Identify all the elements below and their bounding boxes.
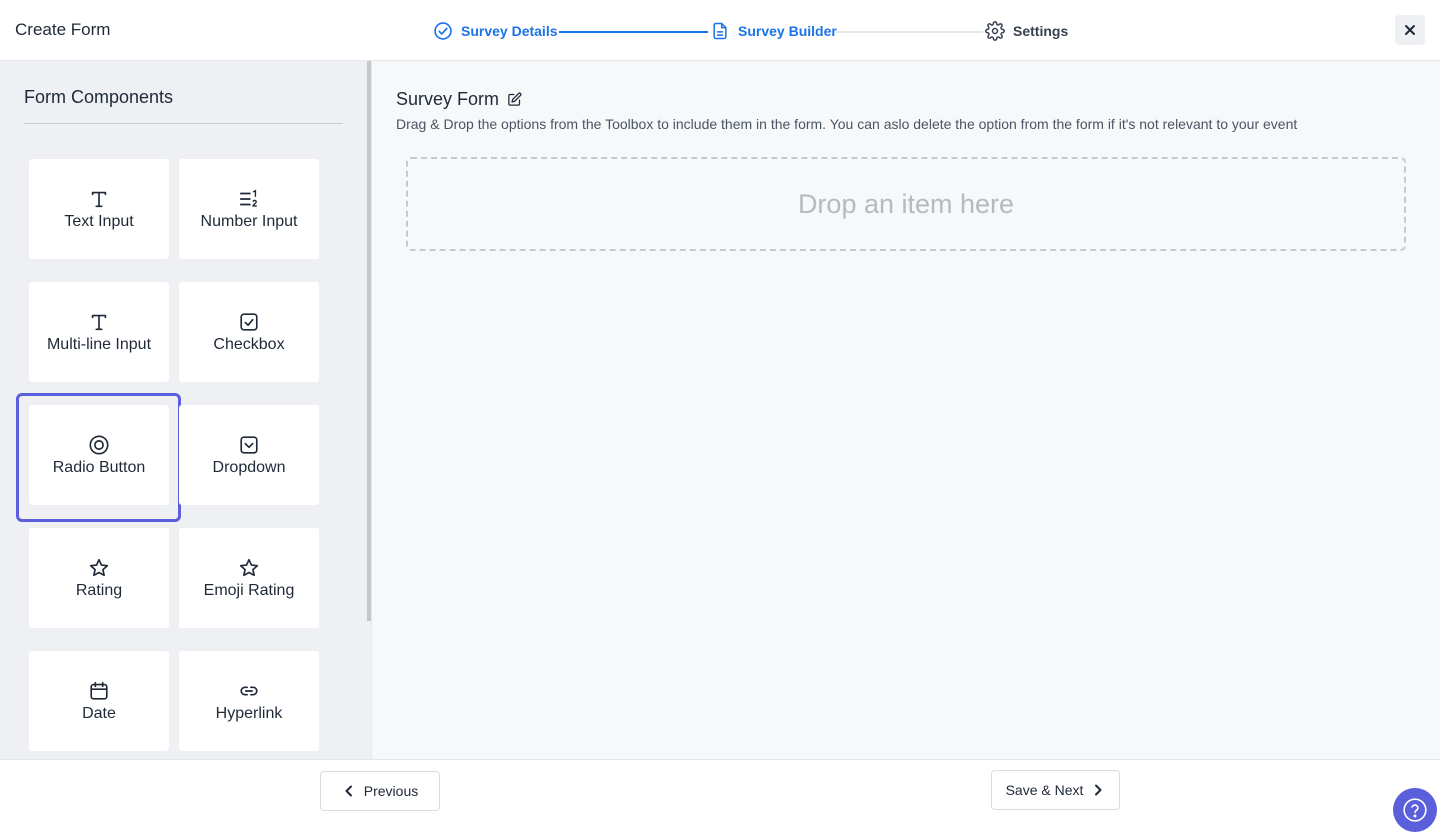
previous-label: Previous xyxy=(363,783,419,799)
document-icon xyxy=(713,22,727,40)
chevron-left-icon xyxy=(345,785,352,797)
chevron-right-icon xyxy=(1095,784,1102,796)
component-number-input[interactable]: Number Input xyxy=(179,159,319,259)
edit-icon[interactable] xyxy=(507,92,522,107)
step-label: Settings xyxy=(1013,23,1069,39)
star-icon xyxy=(239,558,259,576)
step-label: Survey Details xyxy=(461,23,558,39)
footer: Previous Save & Next xyxy=(0,759,1440,837)
step-survey-details[interactable]: Survey Details xyxy=(433,19,558,43)
step-survey-builder[interactable]: Survey Builder xyxy=(710,19,837,43)
stepper: Survey Details Survey Builder Settings xyxy=(433,19,1083,43)
text-t-icon xyxy=(91,314,107,330)
text-t-icon xyxy=(91,191,107,207)
component-label: Checkbox xyxy=(213,335,285,353)
component-dropdown[interactable]: Dropdown xyxy=(179,405,319,505)
link-icon xyxy=(240,686,258,695)
calendar-icon xyxy=(90,681,108,700)
form-title: Survey Form xyxy=(396,89,500,109)
component-rating[interactable]: Rating xyxy=(29,528,169,628)
component-label: Text Input xyxy=(64,212,134,230)
drop-zone-text: Drop an item here xyxy=(797,188,1015,219)
close-icon xyxy=(1405,25,1415,35)
component-date[interactable]: Date xyxy=(29,651,169,751)
dropdown-icon xyxy=(240,435,258,454)
form-canvas: Survey Form Drag & Drop the options from… xyxy=(372,61,1440,759)
component-radio-button[interactable]: Radio Button xyxy=(29,405,169,505)
save-next-button[interactable]: Save & Next xyxy=(991,770,1120,810)
component-label: Hyperlink xyxy=(215,704,283,722)
component-label: Dropdown xyxy=(212,458,286,476)
sidebar-title: Form Components xyxy=(24,87,174,107)
page-title: Create Form xyxy=(15,20,111,39)
component-label: Rating xyxy=(75,581,123,599)
step-label: Survey Builder xyxy=(738,23,837,39)
step-connector xyxy=(836,31,983,33)
component-label: Date xyxy=(82,704,116,722)
gear-icon xyxy=(985,21,1005,41)
component-label: Multi-line Input xyxy=(46,335,152,353)
help-icon xyxy=(1403,798,1427,822)
check-circle-icon xyxy=(434,22,452,40)
star-icon xyxy=(89,558,109,576)
form-title-row: Survey Form xyxy=(396,89,522,110)
drop-zone[interactable]: Drop an item here xyxy=(406,157,1406,251)
divider xyxy=(24,123,343,124)
component-checkbox[interactable]: Checkbox xyxy=(179,282,319,382)
step-connector xyxy=(559,31,708,33)
radio-icon xyxy=(89,434,109,455)
component-label: Radio Button xyxy=(52,458,146,476)
checkbox-icon xyxy=(240,312,258,331)
form-description: Drag & Drop the options from the Toolbox… xyxy=(396,116,1298,132)
close-button[interactable] xyxy=(1395,15,1425,45)
previous-button[interactable]: Previous xyxy=(320,771,440,811)
step-settings[interactable]: Settings xyxy=(985,19,1068,43)
save-next-label: Save & Next xyxy=(1005,782,1084,798)
component-multiline-input[interactable]: Multi-line Input xyxy=(29,282,169,382)
component-label: Number Input xyxy=(200,212,298,230)
help-button[interactable] xyxy=(1393,788,1437,832)
header: Create Form Survey Details Survey Builde… xyxy=(0,0,1440,61)
form-components-sidebar: Form Components Text Input Number Input … xyxy=(0,61,372,759)
component-label: Emoji Rating xyxy=(203,581,295,599)
component-hyperlink[interactable]: Hyperlink xyxy=(179,651,319,751)
component-text-input[interactable]: Text Input xyxy=(29,159,169,259)
component-emoji-rating[interactable]: Emoji Rating xyxy=(179,528,319,628)
number-list-icon xyxy=(239,189,258,207)
